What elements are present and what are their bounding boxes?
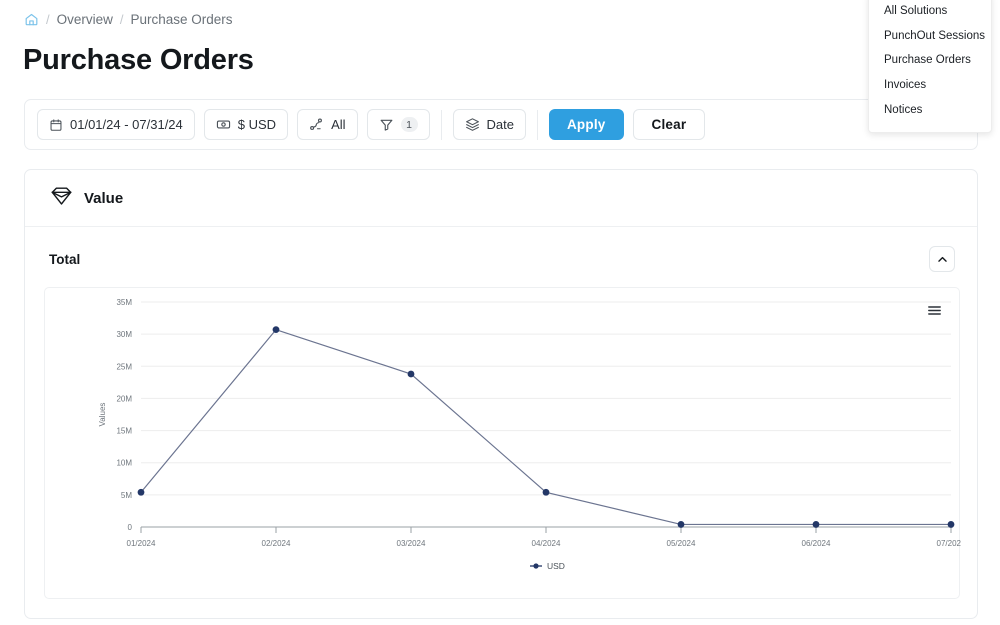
toolbar-divider-1 [440,109,442,140]
clear-button[interactable]: Clear [632,109,706,140]
gem-icon [50,184,73,212]
breadcrumb-separator-2: / [119,12,124,27]
svg-text:15M: 15M [116,427,132,436]
currency-value: $ USD [237,117,277,132]
layers-icon [465,117,480,132]
svg-text:30M: 30M [116,330,132,339]
banknote-icon [216,117,231,132]
total-section-title: Total [49,251,81,267]
toolbar-divider-2 [536,109,538,140]
page-root: / Overview / Purchase Orders Purchase Or… [0,0,1000,625]
svg-text:5M: 5M [121,491,132,500]
currency-selector[interactable]: $ USD [203,109,289,140]
scope-value: All [331,117,346,132]
svg-text:05/2024: 05/2024 [667,539,696,548]
dropdown-item-purchase-orders[interactable]: Purchase Orders [869,48,991,73]
dropdown-item-punchout-sessions[interactable]: PunchOut Sessions [869,24,991,49]
apply-button[interactable]: Apply [548,109,624,140]
svg-text:10M: 10M [116,459,132,468]
svg-text:03/2024: 03/2024 [397,539,426,548]
breadcrumb-item-purchase-orders[interactable]: Purchase Orders [131,12,233,27]
filter-count-badge: 1 [400,117,418,132]
svg-text:USD: USD [547,561,565,571]
svg-text:06/2024: 06/2024 [802,539,831,548]
dropdown-item-notices[interactable]: Notices [869,98,991,123]
value-card-title: Value [84,189,124,207]
svg-text:25M: 25M [116,362,132,371]
svg-text:01/2024: 01/2024 [127,539,156,548]
date-range-picker[interactable]: 01/01/24 - 07/31/24 [37,109,195,140]
value-line-chart: 0 5M 10M 15M 20M 25M 30M 35M Values 01/2024 02/202… [98,298,961,571]
group-by-selector[interactable]: Date [452,109,526,140]
hamburger-menu-icon[interactable] [926,302,943,324]
funnel-icon [379,117,394,132]
dropdown-item-all-solutions[interactable]: All Solutions [869,0,991,24]
svg-text:0: 0 [128,523,133,532]
breadcrumb-separator-1: / [46,12,50,27]
svg-text:35M: 35M [116,298,132,307]
svg-text:Values: Values [98,403,107,427]
date-range-value: 01/01/24 - 07/31/24 [70,117,183,132]
home-icon[interactable] [24,12,39,27]
page-title: Purchase Orders [23,44,254,76]
total-section-header: Total [25,227,977,272]
breadcrumb-item-overview[interactable]: Overview [57,12,113,27]
group-by-value: Date [486,117,514,132]
filter-bar: 01/01/24 - 07/31/24 $ USD All 1 Date App… [24,99,978,150]
svg-text:20M: 20M [116,394,132,403]
filter-button[interactable]: 1 [366,109,430,140]
scope-selector[interactable]: All [297,109,358,140]
breadcrumb: / Overview / Purchase Orders [24,12,233,27]
chart-container: 0 5M 10M 15M 20M 25M 30M 35M Values 01/2024 02/202… [44,287,961,599]
value-card: Value Total 0 5M 10M 15M 20M 25M 30M 35M Values 0… [24,169,978,619]
svg-text:07/2024: 07/2024 [937,539,961,548]
solutions-dropdown-menu: All Solutions PunchOut Sessions Purchase… [868,0,992,134]
route-icon [309,117,324,132]
value-card-header: Value [25,170,977,227]
svg-text:04/2024: 04/2024 [532,539,561,548]
calendar-icon [49,118,63,132]
dropdown-item-invoices[interactable]: Invoices [869,73,991,98]
chevron-up-icon[interactable] [929,246,955,272]
svg-text:02/2024: 02/2024 [262,539,291,548]
